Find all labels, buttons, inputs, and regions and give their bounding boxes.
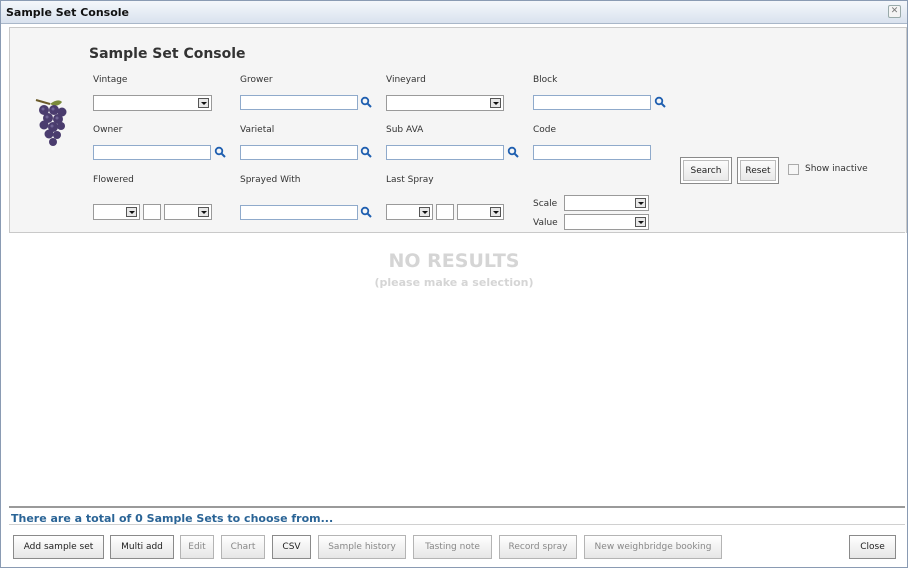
grower-label: Grower (240, 75, 273, 85)
scale-select[interactable] (564, 195, 649, 211)
close-icon[interactable]: ✕ (888, 5, 901, 18)
multi-add-button[interactable]: Multi add (110, 535, 174, 559)
sub-ava-label: Sub AVA (386, 125, 424, 135)
tasting-note-button[interactable]: Tasting note (413, 535, 492, 559)
last-spray-label: Last Spray (386, 175, 434, 185)
scale-label: Scale (533, 199, 558, 209)
flowered-label: Flowered (93, 175, 134, 185)
flowered-unit-select[interactable] (164, 204, 212, 220)
varietal-input[interactable] (240, 145, 358, 160)
add-sample-set-button[interactable]: Add sample set (13, 535, 104, 559)
chevron-down-icon (419, 207, 430, 217)
value-label: Value (533, 218, 558, 228)
results-area (9, 232, 905, 506)
chevron-down-icon (635, 198, 646, 208)
new-weighbridge-booking-button[interactable]: New weighbridge booking (584, 535, 722, 559)
search-icon[interactable] (360, 96, 372, 108)
chevron-down-icon (490, 98, 501, 108)
flowered-amount-input[interactable] (143, 204, 161, 220)
vintage-select[interactable] (93, 95, 212, 111)
code-input[interactable] (533, 145, 651, 160)
chevron-down-icon (635, 217, 646, 227)
flowered-operator-select[interactable] (93, 204, 140, 220)
search-icon[interactable] (360, 206, 372, 218)
window-title: Sample Set Console (6, 6, 130, 19)
chevron-down-icon (198, 207, 209, 217)
chevron-down-icon (490, 207, 501, 217)
status-bar: There are a total of 0 Sample Sets to ch… (9, 506, 905, 525)
search-icon[interactable] (507, 146, 519, 158)
sample-history-button[interactable]: Sample history (318, 535, 406, 559)
sprayed-with-input[interactable] (240, 205, 358, 220)
code-label: Code (533, 125, 557, 135)
search-icon[interactable] (360, 146, 372, 158)
vineyard-select[interactable] (386, 95, 504, 111)
close-button[interactable]: Close (849, 535, 896, 559)
search-button[interactable]: Search (680, 157, 732, 184)
varietal-label: Varietal (240, 125, 275, 135)
block-input[interactable] (533, 95, 651, 110)
last-spray-unit-select[interactable] (457, 204, 504, 220)
last-spray-amount-input[interactable] (436, 204, 454, 220)
vineyard-label: Vineyard (386, 75, 426, 85)
title-bar: Sample Set Console ✕ (1, 1, 907, 24)
chart-button[interactable]: Chart (221, 535, 265, 559)
sub-ava-input[interactable] (386, 145, 504, 160)
record-spray-button[interactable]: Record spray (499, 535, 577, 559)
vintage-label: Vintage (93, 75, 128, 85)
panel-heading: Sample Set Console (89, 46, 246, 62)
edit-button[interactable]: Edit (180, 535, 214, 559)
block-label: Block (533, 75, 558, 85)
owner-label: Owner (93, 125, 123, 135)
value-select[interactable] (564, 214, 649, 230)
show-inactive-label: Show inactive (805, 164, 868, 174)
chevron-down-icon (126, 207, 137, 217)
grower-input[interactable] (240, 95, 358, 110)
csv-button[interactable]: CSV (272, 535, 311, 559)
chevron-down-icon (198, 98, 209, 108)
no-results-hint: (please make a selection) (374, 276, 534, 289)
grape-bunch-icon (35, 99, 67, 146)
reset-button[interactable]: Reset (737, 157, 779, 184)
show-inactive-checkbox[interactable] (788, 164, 799, 175)
search-icon[interactable] (214, 146, 226, 158)
no-results-title: NO RESULTS (388, 250, 520, 272)
last-spray-operator-select[interactable] (386, 204, 433, 220)
sprayed-with-label: Sprayed With (240, 175, 301, 185)
search-icon[interactable] (654, 96, 666, 108)
owner-input[interactable] (93, 145, 211, 160)
